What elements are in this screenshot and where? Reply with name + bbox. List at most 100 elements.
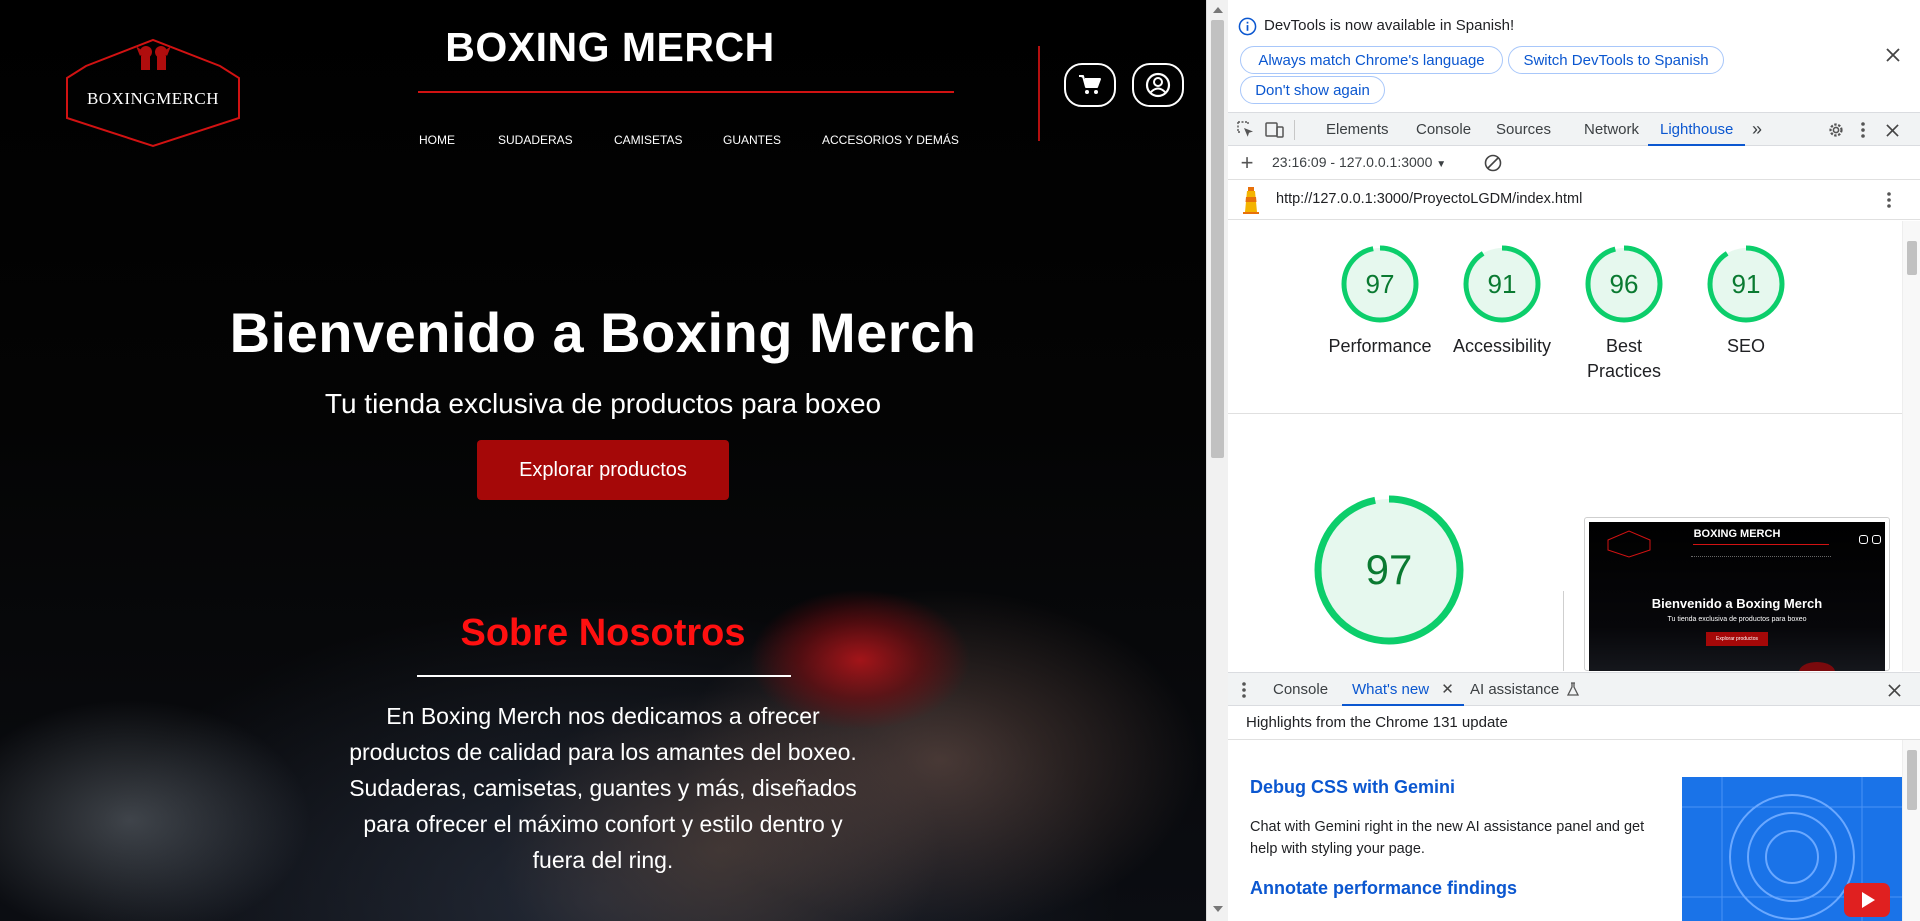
thumb-title: BOXING MERCH bbox=[1693, 528, 1781, 540]
score-gauge-best-practices[interactable]: 96 Best Practices bbox=[1583, 244, 1665, 384]
site-title: BOXING MERCH bbox=[445, 24, 775, 70]
website-viewport: BOXINGMERCH BOXING MERCH HOME SUDADERAS … bbox=[0, 0, 1206, 921]
thumb-rule bbox=[1693, 544, 1829, 545]
infobar-message: DevTools is now available in Spanish! bbox=[1264, 17, 1515, 34]
whats-new-item-title[interactable]: Debug CSS with Gemini bbox=[1250, 777, 1455, 798]
drawer-tabbar: Console What's new ✕ AI assistance bbox=[1228, 672, 1920, 706]
dont-show-again-button[interactable]: Don't show again bbox=[1240, 76, 1385, 104]
score-gauge-performance[interactable]: 97 Performance bbox=[1328, 244, 1432, 359]
thumb-hero: Bienvenido a Boxing Merch bbox=[1651, 596, 1823, 611]
cart-button[interactable] bbox=[1064, 63, 1116, 107]
thumb-nav bbox=[1691, 556, 1831, 557]
devtools-panel: DevTools is now available in Spanish! Al… bbox=[1228, 0, 1920, 921]
inspect-cursor-icon bbox=[1237, 121, 1253, 137]
about-title: Sobre Nosotros bbox=[460, 612, 746, 654]
drawer-tab-ai-assistance[interactable]: AI assistance bbox=[1470, 673, 1580, 706]
user-circle-icon bbox=[1145, 72, 1171, 98]
gauge-label: Performance bbox=[1328, 336, 1432, 356]
about-line: Sudaderas, camisetas, guantes y más, dis… bbox=[349, 775, 857, 801]
clear-reports-button[interactable] bbox=[1482, 152, 1504, 174]
dropdown-caret-icon: ▼ bbox=[1436, 159, 1447, 170]
big-performance-gauge: 97 bbox=[1313, 494, 1465, 646]
scroll-up-arrow-icon[interactable] bbox=[1213, 7, 1223, 13]
drawer-tab-console[interactable]: Console bbox=[1273, 673, 1328, 706]
tab-console[interactable]: Console bbox=[1416, 113, 1471, 146]
score-gauge-seo[interactable]: 91 SEO bbox=[1705, 244, 1787, 359]
page-scrollbar-thumb[interactable] bbox=[1211, 20, 1224, 458]
report-url: http://127.0.0.1:3000/ProyectoLGDM/index… bbox=[1276, 191, 1583, 207]
page-scrollbar[interactable] bbox=[1206, 0, 1228, 921]
nav-camisetas[interactable]: CAMISETAS bbox=[614, 133, 682, 147]
new-report-plus-icon[interactable]: + bbox=[1236, 150, 1258, 175]
report-divider-vertical bbox=[1563, 591, 1564, 671]
thumb-glove-shape bbox=[1799, 662, 1835, 671]
drawer-tab-whats-new[interactable]: What's new ✕ bbox=[1342, 673, 1464, 706]
explore-products-button[interactable]: Explorar productos bbox=[477, 440, 729, 500]
about-line: para ofrecer el máximo confort y estilo … bbox=[363, 811, 843, 837]
toolbar-divider bbox=[1294, 120, 1295, 140]
report-menu-button[interactable] bbox=[1882, 190, 1896, 210]
score-gauge-accessibility[interactable]: 91 Accessibility bbox=[1453, 244, 1551, 359]
report-scrollbar-thumb[interactable] bbox=[1907, 241, 1917, 275]
about-line: fuera del ring. bbox=[532, 847, 674, 873]
thumbnail-image: BOXING MERCH Bienvenido a Boxing Merch T… bbox=[1589, 522, 1885, 671]
hero-subtitle: Tu tienda exclusiva de productos para bo… bbox=[324, 388, 882, 419]
header-vertical-divider bbox=[1038, 46, 1040, 141]
thumb-cart-icon bbox=[1859, 535, 1868, 544]
switch-to-spanish-button[interactable]: Switch DevTools to Spanish bbox=[1508, 46, 1724, 74]
report-selector-label: 23:16:09 - 127.0.0.1:3000 bbox=[1272, 154, 1433, 170]
gauge-ring: 97 bbox=[1340, 244, 1420, 324]
settings-button[interactable] bbox=[1826, 120, 1846, 140]
tab-network[interactable]: Network bbox=[1584, 113, 1639, 146]
device-toolbar-button[interactable] bbox=[1264, 120, 1286, 140]
thumb-cta: Explorar productos bbox=[1706, 632, 1768, 646]
tab-elements[interactable]: Elements bbox=[1326, 113, 1389, 146]
whats-new-item-title[interactable]: Annotate performance findings bbox=[1250, 878, 1517, 899]
whats-new-scrollbar-thumb[interactable] bbox=[1907, 750, 1917, 810]
report-scrollbar[interactable] bbox=[1902, 221, 1920, 671]
close-infobar-button[interactable] bbox=[1882, 44, 1904, 66]
close-tab-icon[interactable]: ✕ bbox=[1441, 681, 1454, 698]
tab-lighthouse[interactable]: Lighthouse bbox=[1648, 113, 1746, 146]
devtools-tabbar: Elements Console Sources Network Lightho… bbox=[1228, 112, 1920, 146]
whats-new-item-body: Chat with Gemini right in the new AI ass… bbox=[1250, 819, 1645, 857]
about-line: productos de calidad para los amantes de… bbox=[349, 739, 857, 765]
gauge-label: Accessibility bbox=[1452, 336, 1552, 356]
customize-menu-button[interactable] bbox=[1856, 120, 1870, 140]
close-icon bbox=[1887, 683, 1901, 697]
block-icon bbox=[1484, 154, 1502, 172]
lighthouse-toolbar: + 23:16:09 - 127.0.0.1:3000 ▼ bbox=[1228, 146, 1920, 180]
scroll-down-arrow-icon[interactable] bbox=[1213, 906, 1223, 912]
gauge-label: SEO bbox=[1726, 336, 1765, 356]
nav-guantes[interactable]: GUANTES bbox=[723, 133, 781, 147]
nav-home[interactable]: HOME bbox=[419, 133, 455, 147]
gemini-illustration-icon bbox=[1682, 777, 1902, 921]
hero-title: Bienvenido a Boxing Merch bbox=[229, 301, 977, 364]
account-button[interactable] bbox=[1132, 63, 1184, 107]
language-infobar: DevTools is now available in Spanish! Al… bbox=[1228, 0, 1920, 112]
gauge-value: 91 bbox=[1731, 269, 1761, 299]
final-screenshot-thumbnail[interactable]: BOXING MERCH Bienvenido a Boxing Merch T… bbox=[1584, 517, 1890, 671]
nav-accesorios[interactable]: ACCESORIOS Y DEMÁS bbox=[822, 133, 959, 147]
kebab-menu-icon bbox=[1887, 192, 1891, 208]
gauge-value: 91 bbox=[1487, 269, 1517, 299]
report-selector[interactable]: 23:16:09 - 127.0.0.1:3000 ▼ bbox=[1272, 154, 1446, 170]
close-devtools-button[interactable] bbox=[1882, 120, 1902, 140]
drawer-menu-button[interactable] bbox=[1238, 681, 1250, 699]
nav-sudaderas[interactable]: SUDADERAS bbox=[498, 133, 573, 147]
match-language-button[interactable]: Always match Chrome's language bbox=[1240, 46, 1503, 74]
more-tabs-chevron-icon[interactable]: » bbox=[1752, 113, 1762, 146]
big-gauge-value: 97 bbox=[1365, 546, 1413, 593]
inspect-element-button[interactable] bbox=[1236, 120, 1256, 140]
kebab-menu-icon bbox=[1861, 122, 1865, 138]
lighthouse-url-bar: http://127.0.0.1:3000/ProyectoLGDM/index… bbox=[1228, 180, 1920, 220]
whats-new-video-thumbnail[interactable] bbox=[1682, 777, 1902, 921]
lab-flask-icon bbox=[1567, 682, 1580, 696]
whats-new-subtitle: Highlights from the Chrome 131 update bbox=[1228, 706, 1920, 740]
tab-sources[interactable]: Sources bbox=[1496, 113, 1551, 146]
close-drawer-button[interactable] bbox=[1886, 682, 1902, 698]
close-icon bbox=[1885, 123, 1899, 137]
whats-new-scrollbar[interactable] bbox=[1902, 740, 1920, 921]
gauge-ring: 96 bbox=[1584, 244, 1664, 324]
cart-icon bbox=[1079, 75, 1101, 94]
